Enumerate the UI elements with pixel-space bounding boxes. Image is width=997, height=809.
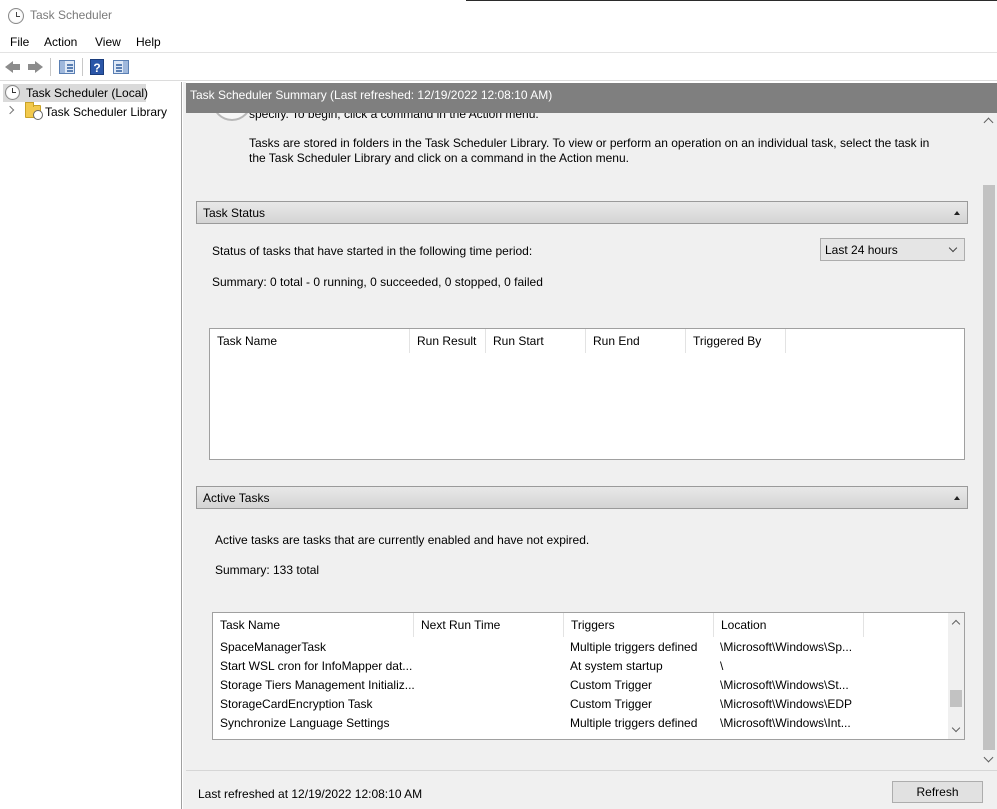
- column-header-run-start[interactable]: Run Start: [486, 329, 586, 353]
- column-header-next-run-time[interactable]: Next Run Time: [414, 613, 564, 637]
- scroll-up-arrow-icon[interactable]: [951, 619, 961, 629]
- task-status-title: Task Status: [203, 206, 266, 220]
- active-tasks-title: Active Tasks: [203, 491, 270, 505]
- column-header-run-end[interactable]: Run End: [586, 329, 686, 353]
- active-tasks-header[interactable]: Active Tasks: [196, 486, 968, 509]
- task-status-header[interactable]: Task Status: [196, 201, 968, 224]
- cell-task-name: Storage Tiers Management Initializ...: [220, 678, 415, 692]
- column-header-location[interactable]: Location: [714, 613, 864, 637]
- scroll-thumb[interactable]: [983, 185, 995, 750]
- table-row[interactable]: StorageCardEncryption Task Custom Trigge…: [213, 695, 950, 714]
- column-header-task-name[interactable]: Task Name: [210, 329, 410, 353]
- tree-item-label: Task Scheduler Library: [45, 105, 168, 119]
- cell-triggers: At system startup: [570, 659, 663, 673]
- summary-header-title: Task Scheduler Summary (Last refreshed: …: [190, 88, 553, 102]
- menu-file[interactable]: File: [10, 35, 29, 49]
- show-hide-console-tree-button[interactable]: [57, 57, 77, 77]
- active-tasks-summary: Summary: 133 total: [215, 563, 320, 577]
- cell-task-name: Start WSL cron for InfoMapper dat...: [220, 659, 413, 673]
- show-hide-action-pane-button[interactable]: [111, 57, 131, 77]
- task-status-grid-header: Task Name Run Result Run Start Run End T…: [210, 329, 964, 353]
- cell-triggers: Custom Trigger: [570, 697, 653, 711]
- toolbar: ?: [0, 54, 997, 81]
- column-header-task-name[interactable]: Task Name: [213, 613, 414, 637]
- scroll-up-arrow-icon[interactable]: [983, 117, 994, 128]
- summary-header: Task Scheduler Summary (Last refreshed: …: [186, 82, 997, 113]
- collapse-arrow-icon[interactable]: [954, 496, 960, 500]
- active-tasks-grid-header: Task Name Next Run Time Triggers Locatio…: [213, 613, 950, 637]
- time-period-dropdown[interactable]: Last 24 hours: [820, 238, 965, 261]
- menu-help[interactable]: Help: [136, 35, 161, 49]
- active-tasks-grid[interactable]: Task Name Next Run Time Triggers Locatio…: [212, 612, 965, 740]
- chevron-down-icon: [948, 243, 958, 253]
- summary-footer: Last refreshed at 12/19/2022 12:08:10 AM…: [186, 770, 997, 809]
- help-button[interactable]: ?: [87, 57, 107, 77]
- cell-task-name: StorageCardEncryption Task: [220, 697, 373, 711]
- summary-pane: Task Scheduler Summary (Last refreshed: …: [186, 82, 997, 809]
- help-icon: ?: [90, 59, 104, 75]
- task-status-body: Status of tasks that have started in the…: [196, 224, 968, 475]
- clock-icon: [5, 85, 20, 100]
- cell-location: \Microsoft\Windows\EDP: [720, 697, 853, 711]
- last-refreshed-text: Last refreshed at 12/19/2022 12:08:10 AM: [198, 787, 423, 801]
- task-scheduler-graphic-icon: [212, 113, 252, 121]
- title-bar: Task Scheduler: [0, 0, 997, 32]
- tree-item-task-scheduler-library[interactable]: Task Scheduler Library: [3, 102, 173, 121]
- menu-bar: File Action View Help: [0, 32, 997, 53]
- active-tasks-scrollbar[interactable]: [948, 613, 964, 739]
- time-period-label: Status of tasks that have started in the…: [212, 244, 533, 258]
- column-header-run-result[interactable]: Run Result: [410, 329, 486, 353]
- overview-text-partial: specify. To begin, click a command in th…: [249, 113, 539, 121]
- overview-text: Tasks are stored in folders in the Task …: [249, 136, 930, 165]
- summary-scrollbar[interactable]: [981, 113, 997, 770]
- column-header-triggers[interactable]: Triggers: [564, 613, 714, 637]
- active-tasks-body: Active tasks are tasks that are currentl…: [196, 509, 968, 759]
- window-title: Task Scheduler: [30, 8, 113, 22]
- scroll-thumb[interactable]: [950, 690, 962, 707]
- menu-view[interactable]: View: [95, 35, 121, 49]
- cell-triggers: Multiple triggers defined: [570, 640, 698, 654]
- back-button[interactable]: [3, 57, 23, 77]
- tree-item-label: Task Scheduler (Local): [26, 86, 149, 100]
- window-edge: [466, 0, 997, 1]
- refresh-button[interactable]: Refresh: [892, 781, 983, 803]
- cell-location: \Microsoft\Windows\Sp...: [720, 640, 853, 654]
- table-row[interactable]: Start WSL cron for InfoMapper dat... At …: [213, 657, 950, 676]
- forward-button[interactable]: [25, 57, 45, 77]
- toolbar-separator: [82, 58, 83, 76]
- console-tree-icon: [59, 60, 75, 74]
- toolbar-separator: [50, 58, 51, 76]
- action-pane-icon: [113, 60, 129, 74]
- table-row[interactable]: Storage Tiers Management Initializ... Cu…: [213, 676, 950, 695]
- collapse-arrow-icon[interactable]: [954, 211, 960, 215]
- overview-section: specify. To begin, click a command in th…: [196, 113, 968, 189]
- folder-clock-icon: [25, 102, 43, 120]
- table-row[interactable]: SpaceManagerTask Multiple triggers defin…: [213, 638, 950, 657]
- task-status-grid[interactable]: Task Name Run Result Run Start Run End T…: [209, 328, 965, 460]
- expand-chevron-icon[interactable]: [5, 105, 15, 115]
- time-period-value: Last 24 hours: [825, 243, 898, 257]
- cell-triggers: Multiple triggers defined: [570, 716, 698, 730]
- cell-location: \: [720, 659, 724, 673]
- scroll-down-arrow-icon[interactable]: [983, 752, 994, 763]
- tree-item-task-scheduler-local[interactable]: Task Scheduler (Local): [3, 84, 149, 102]
- cell-task-name: SpaceManagerTask: [220, 640, 327, 654]
- column-header-triggered-by[interactable]: Triggered By: [686, 329, 786, 353]
- cell-location: \Microsoft\Windows\St...: [720, 678, 849, 692]
- menu-action[interactable]: Action: [44, 35, 77, 49]
- summary-scroll-area[interactable]: specify. To begin, click a command in th…: [186, 113, 981, 770]
- cell-triggers: Custom Trigger: [570, 678, 653, 692]
- forward-arrow-icon: [35, 61, 43, 73]
- cell-task-name: Synchronize Language Settings: [220, 716, 390, 730]
- console-tree: Task Scheduler (Local) Task Scheduler Li…: [0, 82, 182, 809]
- cell-location: \Microsoft\Windows\Int...: [720, 716, 851, 730]
- task-status-summary: Summary: 0 total - 0 running, 0 succeede…: [212, 275, 543, 289]
- table-row[interactable]: Synchronize Language Settings Multiple t…: [213, 714, 950, 733]
- scroll-down-arrow-icon[interactable]: [951, 723, 961, 733]
- active-tasks-description: Active tasks are tasks that are currentl…: [215, 533, 590, 547]
- clock-icon: [8, 8, 24, 24]
